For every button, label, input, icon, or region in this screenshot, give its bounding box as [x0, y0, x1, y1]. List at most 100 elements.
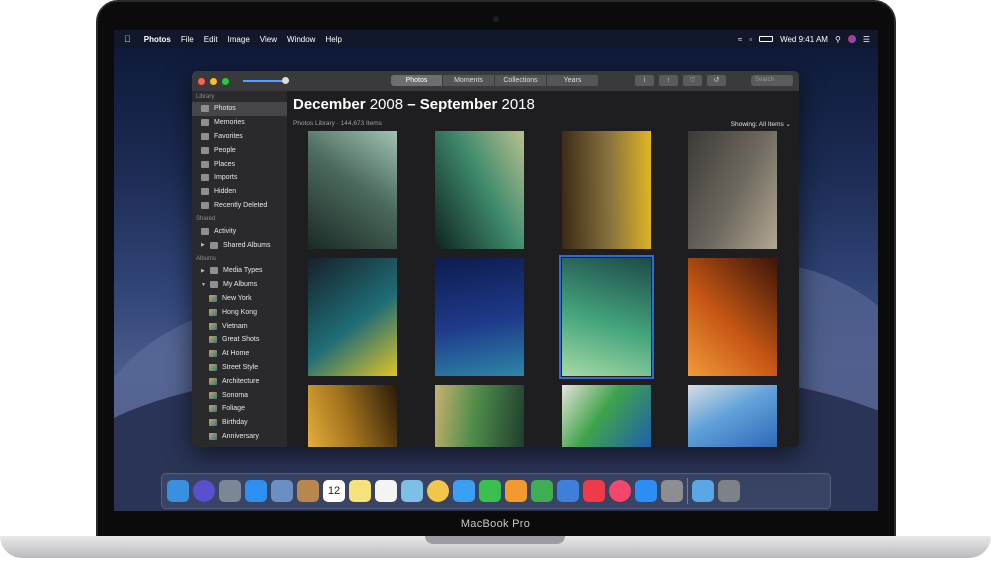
music-icon[interactable]: [609, 480, 631, 502]
photo-thumbnail[interactable]: [562, 131, 651, 249]
sidebar-item-street-style[interactable]: Street Style: [192, 361, 287, 375]
contacts-icon[interactable]: [297, 480, 319, 502]
sidebar-item-places[interactable]: Places: [192, 157, 287, 171]
tab-moments[interactable]: Moments: [443, 75, 495, 86]
mail-icon[interactable]: [271, 480, 293, 502]
wifi-icon[interactable]: ≈: [738, 35, 742, 44]
reminders-icon[interactable]: [375, 480, 397, 502]
showing-filter[interactable]: Showing: All Items ⌄: [731, 120, 791, 128]
tab-collections[interactable]: Collections: [495, 75, 547, 86]
share-icon[interactable]: ↑: [659, 75, 678, 86]
keynote-icon[interactable]: [557, 480, 579, 502]
close-icon[interactable]: [198, 77, 205, 85]
photo-thumbnail[interactable]: [562, 385, 651, 447]
photos-icon[interactable]: [427, 480, 449, 502]
siri-icon[interactable]: [193, 480, 215, 502]
media-types-icon: [210, 267, 218, 275]
sidebar-item-at-home[interactable]: At Home: [192, 347, 287, 361]
messages-icon[interactable]: [453, 480, 475, 502]
disclosure-icon[interactable]: ▼: [201, 282, 206, 288]
sidebar-item-birthday[interactable]: Birthday: [192, 416, 287, 430]
sidebar-item-recently-deleted[interactable]: Recently Deleted: [192, 199, 287, 213]
spotlight-icon[interactable]: ⚲: [835, 35, 841, 44]
disclosure-icon[interactable]: ▶: [201, 268, 205, 274]
sidebar-item-sonoma[interactable]: Sonoma: [192, 388, 287, 402]
sidebar-item-architecture[interactable]: Architecture: [192, 374, 287, 388]
sidebar-item-memories[interactable]: Memories: [192, 116, 287, 130]
sidebar-item-new-york[interactable]: New York: [192, 292, 287, 306]
numbers-icon[interactable]: [531, 480, 553, 502]
photo-thumbnail[interactable]: [435, 385, 524, 447]
sidebar-item-vietnam[interactable]: Vietnam: [192, 319, 287, 333]
finder-icon[interactable]: [167, 480, 189, 502]
menu-edit[interactable]: Edit: [199, 35, 223, 44]
calendar-icon[interactable]: 12: [323, 480, 345, 502]
photo-thumbnail[interactable]: [688, 385, 777, 447]
info-icon[interactable]: i: [635, 75, 654, 86]
photo-thumbnail[interactable]: [688, 131, 777, 249]
photos-icon: [201, 105, 209, 113]
apple-menu-icon[interactable]: : [114, 34, 139, 44]
disclosure-icon[interactable]: ▶: [201, 242, 205, 248]
sidebar-item-anniversary[interactable]: Anniversary: [192, 430, 287, 444]
system-preferences-icon[interactable]: [661, 480, 683, 502]
sidebar-item-activity[interactable]: Activity: [192, 224, 287, 238]
app-menu[interactable]: Photos: [139, 35, 176, 44]
news-icon[interactable]: [583, 480, 605, 502]
page-title: December 2008 – September 2018: [293, 96, 535, 113]
photo-thumbnail[interactable]: [308, 385, 397, 447]
facetime-icon[interactable]: [479, 480, 501, 502]
minimize-icon[interactable]: [210, 77, 217, 85]
photo-thumbnail[interactable]: [308, 131, 397, 249]
photo-grid-pane: December 2008 – September 2018 Photos Li…: [287, 91, 799, 447]
sidebar-item-shared-albums[interactable]: ▶ Shared Albums: [192, 238, 287, 252]
sidebar-item-hong-kong[interactable]: Hong Kong: [192, 305, 287, 319]
photo-thumbnail[interactable]: [435, 131, 524, 249]
anniversary-icon: [209, 432, 217, 440]
sidebar-item-hidden[interactable]: Hidden: [192, 185, 287, 199]
photo-thumbnail[interactable]: [308, 258, 397, 376]
sidebar-item-people[interactable]: People: [192, 143, 287, 157]
sidebar-item-label: Architecture: [222, 377, 260, 385]
sidebar-item-media-types[interactable]: ▶ Media Types: [192, 264, 287, 278]
menu-image[interactable]: Image: [223, 35, 255, 44]
notification-center-icon[interactable]: ☰: [863, 35, 870, 44]
zoom-slider[interactable]: [243, 77, 289, 84]
maps-icon[interactable]: [401, 480, 423, 502]
battery-icon[interactable]: [759, 36, 774, 42]
tab-years[interactable]: Years: [547, 75, 599, 86]
menu-window[interactable]: Window: [282, 35, 320, 44]
menu-help[interactable]: Help: [320, 35, 346, 44]
safari-icon[interactable]: [245, 480, 267, 502]
pages-icon[interactable]: [505, 480, 527, 502]
photo-grid: [287, 131, 799, 447]
tab-photos[interactable]: Photos: [391, 75, 443, 86]
menu-file[interactable]: File: [176, 35, 199, 44]
birthday-icon: [209, 419, 217, 427]
photo-thumbnail[interactable]: [559, 255, 654, 379]
sidebar-item-great-shots[interactable]: Great Shots: [192, 333, 287, 347]
rotate-icon[interactable]: ↺: [707, 75, 726, 86]
photo-thumbnail[interactable]: [688, 258, 777, 376]
sidebar-item-foliage[interactable]: Foliage: [192, 402, 287, 416]
trash-icon[interactable]: [718, 480, 740, 502]
clock[interactable]: Wed 9:41 AM: [780, 35, 828, 44]
menu-view[interactable]: View: [255, 35, 282, 44]
airplay-icon[interactable]: ▫: [749, 35, 752, 44]
sidebar-item-label: Favorites: [214, 132, 243, 140]
favorite-icon[interactable]: ♡: [683, 75, 702, 86]
launchpad-icon[interactable]: [219, 480, 241, 502]
photo-thumbnail[interactable]: [435, 258, 524, 376]
siri-icon[interactable]: [847, 35, 856, 43]
sidebar-item-my-albums[interactable]: ▼ My Albums: [192, 278, 287, 292]
notes-icon[interactable]: [349, 480, 371, 502]
sonoma-icon: [209, 391, 217, 399]
sidebar-item-label: Imports: [214, 174, 238, 182]
downloads-folder-icon[interactable]: [692, 480, 714, 502]
sidebar-item-favorites[interactable]: Favorites: [192, 130, 287, 144]
search-input[interactable]: Search: [751, 75, 793, 86]
sidebar-item-imports[interactable]: Imports: [192, 171, 287, 185]
fullscreen-icon[interactable]: [222, 77, 229, 85]
sidebar-item-photos[interactable]: Photos: [192, 102, 287, 116]
app-store-icon[interactable]: [635, 480, 657, 502]
